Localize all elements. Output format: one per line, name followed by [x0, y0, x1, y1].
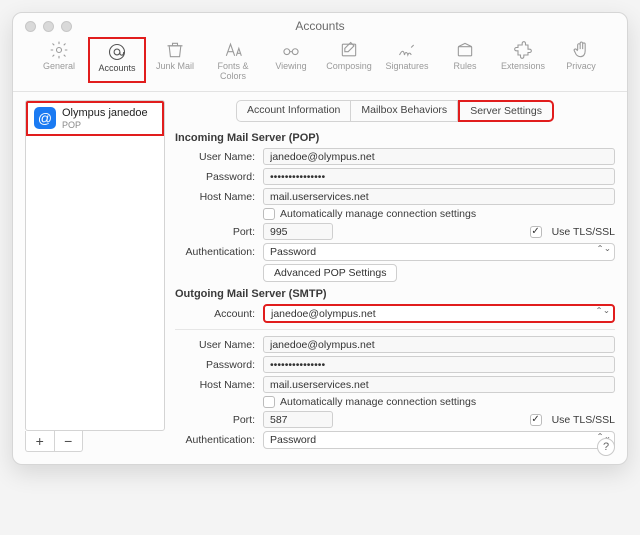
- outgoing-auto-checkbox[interactable]: [263, 396, 275, 408]
- outgoing-title: Outgoing Mail Server (SMTP): [175, 288, 615, 300]
- compose-icon: [339, 40, 359, 60]
- outgoing-user-input[interactable]: [263, 336, 615, 353]
- remove-account-button[interactable]: −: [54, 431, 83, 451]
- toolbar-label: Composing: [320, 61, 378, 71]
- at-badge-icon: @: [34, 107, 56, 129]
- titlebar: Accounts: [13, 13, 627, 31]
- main-panel: Account Information Mailbox Behaviors Se…: [175, 100, 615, 452]
- font-icon: [223, 40, 243, 60]
- outgoing-pass-label: Password:: [175, 359, 263, 371]
- incoming-user-input[interactable]: [263, 148, 615, 165]
- toolbar-accounts[interactable]: Accounts: [88, 37, 146, 83]
- toolbar-fonts[interactable]: Fonts & Colors: [204, 37, 262, 83]
- outgoing-port-input[interactable]: [263, 411, 333, 428]
- tab-account-information[interactable]: Account Information: [236, 100, 351, 122]
- toolbar-general[interactable]: General: [30, 37, 88, 83]
- content: @ Olympus janedoe POP + − Account Inform…: [13, 92, 627, 454]
- incoming-tls-checkbox[interactable]: [530, 226, 542, 238]
- incoming-user-label: User Name:: [175, 151, 263, 163]
- incoming-auto-checkbox[interactable]: [263, 208, 275, 220]
- incoming-title: Incoming Mail Server (POP): [175, 132, 615, 144]
- toolbar-privacy[interactable]: Privacy: [552, 37, 610, 83]
- tab-mailbox-behaviors[interactable]: Mailbox Behaviors: [351, 100, 458, 122]
- incoming-host-label: Host Name:: [175, 191, 263, 203]
- toolbar: General Accounts Junk Mail Fonts & Color…: [13, 31, 627, 92]
- outgoing-tls-checkbox[interactable]: [530, 414, 542, 426]
- toolbar-label: Extensions: [494, 61, 552, 71]
- toolbar-label: Junk Mail: [146, 61, 204, 71]
- incoming-port-label: Port:: [175, 226, 263, 238]
- toolbar-signatures[interactable]: Signatures: [378, 37, 436, 83]
- account-list[interactable]: @ Olympus janedoe POP: [25, 100, 165, 431]
- at-icon: [107, 42, 127, 62]
- outgoing-account-label: Account:: [175, 308, 263, 320]
- sidebar: @ Olympus janedoe POP + −: [25, 100, 165, 452]
- incoming-pass-label: Password:: [175, 171, 263, 183]
- toolbar-junk[interactable]: Junk Mail: [146, 37, 204, 83]
- toolbar-label: Fonts & Colors: [204, 61, 262, 81]
- close-icon[interactable]: [25, 21, 36, 32]
- toolbar-extensions[interactable]: Extensions: [494, 37, 552, 83]
- incoming-auth-select[interactable]: Password: [263, 243, 615, 261]
- toolbar-label: Viewing: [262, 61, 320, 71]
- puzzle-icon: [513, 40, 533, 60]
- toolbar-label: Rules: [436, 61, 494, 71]
- preferences-window: Accounts General Accounts Junk Mail Font…: [12, 12, 628, 465]
- window-title: Accounts: [13, 13, 627, 33]
- outgoing-host-label: Host Name:: [175, 379, 263, 391]
- incoming-port-input[interactable]: [263, 223, 333, 240]
- incoming-host-input[interactable]: [263, 188, 615, 205]
- signature-icon: [397, 40, 417, 60]
- outgoing-pass-input[interactable]: [263, 356, 615, 373]
- glasses-icon: [281, 40, 301, 60]
- incoming-auth-value: Password: [270, 246, 316, 258]
- divider: [175, 329, 615, 330]
- incoming-auth-label: Authentication:: [175, 246, 263, 258]
- account-row[interactable]: @ Olympus janedoe POP: [26, 101, 164, 136]
- incoming-tls-label: Use TLS/SSL: [552, 226, 615, 238]
- outgoing-account-select[interactable]: janedoe@olympus.net: [263, 304, 615, 323]
- toolbar-viewing[interactable]: Viewing: [262, 37, 320, 83]
- add-account-button[interactable]: +: [26, 431, 54, 451]
- minimize-icon[interactable]: [43, 21, 54, 32]
- toolbar-label: Privacy: [552, 61, 610, 71]
- toolbar-rules[interactable]: Rules: [436, 37, 494, 83]
- outgoing-account-value: janedoe@olympus.net: [271, 308, 376, 320]
- toolbar-composing[interactable]: Composing: [320, 37, 378, 83]
- outgoing-tls-label: Use TLS/SSL: [552, 414, 615, 426]
- trash-icon: [165, 40, 185, 60]
- account-text: Olympus janedoe POP: [62, 107, 148, 130]
- rules-icon: [455, 40, 475, 60]
- outgoing-host-input[interactable]: [263, 376, 615, 393]
- outgoing-port-label: Port:: [175, 414, 263, 426]
- outgoing-auth-select[interactable]: Password: [263, 431, 615, 449]
- toolbar-label: Signatures: [378, 61, 436, 71]
- advanced-pop-button[interactable]: Advanced POP Settings: [263, 264, 397, 282]
- gear-icon: [49, 40, 69, 60]
- toolbar-label: General: [30, 61, 88, 71]
- tabs: Account Information Mailbox Behaviors Se…: [175, 100, 615, 122]
- toolbar-label: Accounts: [90, 63, 144, 73]
- window-controls: [25, 21, 72, 32]
- incoming-pass-input[interactable]: [263, 168, 615, 185]
- account-protocol: POP: [62, 120, 148, 130]
- help-button[interactable]: ?: [597, 438, 615, 456]
- hand-icon: [571, 40, 591, 60]
- tab-server-settings[interactable]: Server Settings: [458, 100, 554, 122]
- incoming-auto-label: Automatically manage connection settings: [280, 208, 476, 220]
- outgoing-user-label: User Name:: [175, 339, 263, 351]
- outgoing-auth-value: Password: [270, 434, 316, 446]
- outgoing-auto-label: Automatically manage connection settings: [280, 396, 476, 408]
- outgoing-auth-label: Authentication:: [175, 434, 263, 446]
- sidebar-buttons: + −: [25, 431, 83, 452]
- zoom-icon[interactable]: [61, 21, 72, 32]
- account-name: Olympus janedoe: [62, 107, 148, 120]
